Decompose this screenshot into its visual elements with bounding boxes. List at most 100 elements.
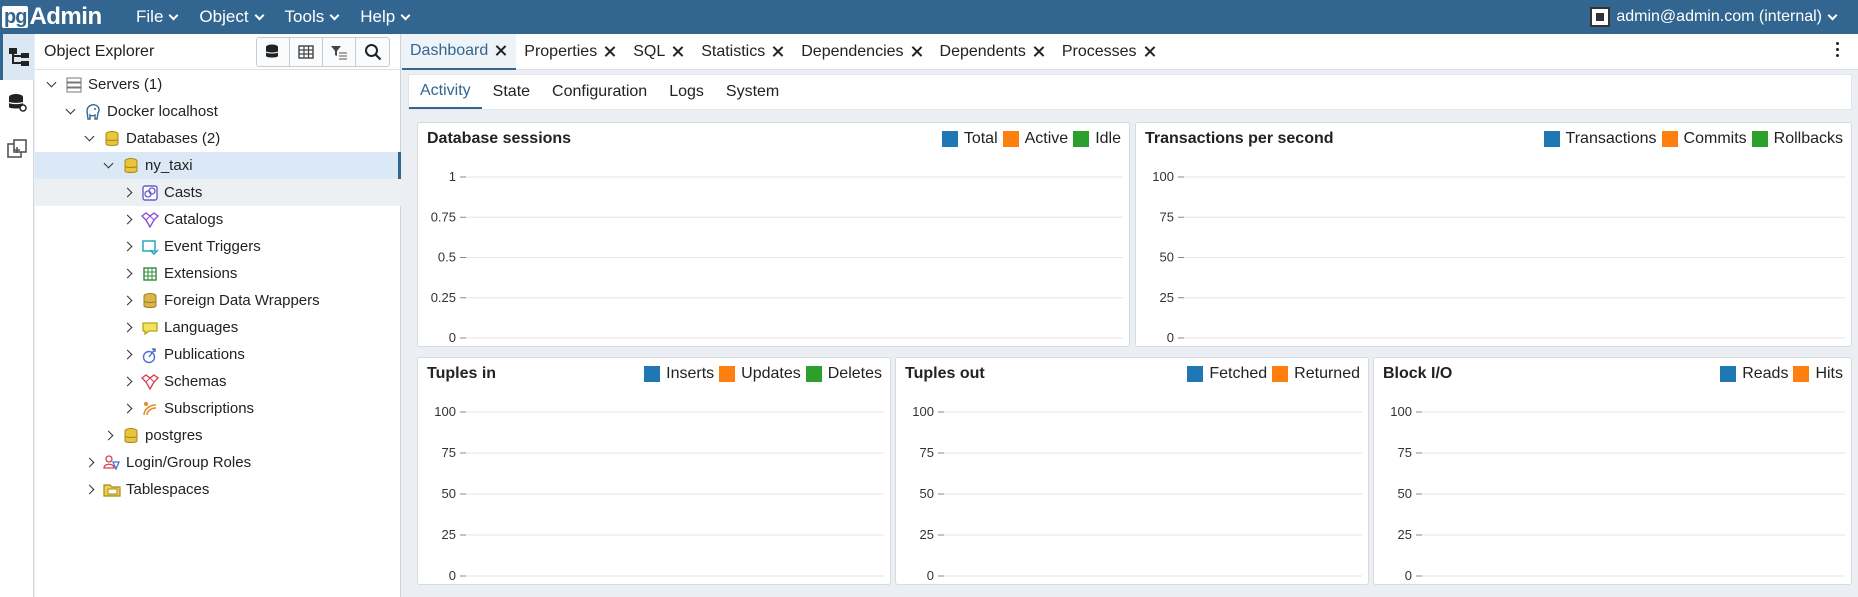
tab-dashboard[interactable]: Dashboard bbox=[402, 33, 517, 70]
legend-label: Reads bbox=[1742, 365, 1789, 382]
user-label: admin@admin.com (internal) bbox=[1616, 8, 1822, 25]
tree-item-event-triggers[interactable]: Event Triggers bbox=[35, 233, 401, 260]
object-explorer-toggle[interactable] bbox=[0, 34, 34, 80]
subtab-configuration[interactable]: Configuration bbox=[541, 75, 658, 109]
chevron-right-icon[interactable] bbox=[83, 484, 95, 495]
close-icon[interactable] bbox=[672, 46, 683, 57]
tree-label: Databases bbox=[126, 130, 198, 147]
more-options-icon[interactable] bbox=[1836, 42, 1840, 60]
user-menu[interactable]: admin@admin.com (internal) bbox=[1590, 0, 1838, 34]
chevron-right-icon[interactable] bbox=[121, 322, 133, 333]
tab-dependencies[interactable]: Dependencies bbox=[793, 34, 931, 70]
query-tool-toggle[interactable] bbox=[0, 80, 34, 126]
search-button[interactable] bbox=[356, 37, 389, 66]
chevron-right-icon[interactable] bbox=[121, 241, 133, 252]
tree-item-databases[interactable]: Databases (2) bbox=[35, 125, 401, 152]
legend-item: Idle bbox=[1073, 130, 1121, 148]
panel-title: Transactions per second bbox=[1145, 130, 1334, 147]
legend-label: Returned bbox=[1294, 365, 1360, 382]
chevron-right-icon[interactable] bbox=[102, 430, 114, 441]
chart-plot-area: 1 0.75 0.5 0.25 0 bbox=[431, 169, 1123, 345]
chevron-right-icon[interactable] bbox=[121, 376, 133, 387]
legend-swatch bbox=[1661, 131, 1678, 147]
filter-rows-button[interactable] bbox=[323, 37, 356, 66]
legend-label: Active bbox=[1024, 130, 1069, 147]
y-tick-label: 100 bbox=[912, 404, 934, 419]
legend-swatch bbox=[805, 366, 822, 382]
search-icon bbox=[364, 43, 381, 60]
legend-swatch bbox=[719, 366, 736, 382]
close-icon[interactable] bbox=[911, 46, 922, 57]
close-icon[interactable] bbox=[495, 45, 506, 56]
tree-item-login-group-roles[interactable]: Login/Group Roles bbox=[35, 449, 401, 476]
tree-item-foreign-data-wrappers[interactable]: Foreign Data Wrappers bbox=[35, 287, 401, 314]
legend-swatch bbox=[1793, 366, 1810, 382]
menu-object[interactable]: Object bbox=[188, 0, 273, 34]
close-icon[interactable] bbox=[772, 46, 783, 57]
tree-item-languages[interactable]: Languages bbox=[35, 314, 401, 341]
chevron-right-icon[interactable] bbox=[121, 187, 133, 198]
chevron-right-icon[interactable] bbox=[83, 457, 95, 468]
chevron-right-icon[interactable] bbox=[121, 295, 133, 306]
database-icon bbox=[265, 44, 279, 57]
legend-label: Fetched bbox=[1209, 365, 1268, 382]
chart-legend: Inserts Updates Deletes bbox=[639, 365, 882, 383]
menu-file-label: File bbox=[136, 7, 164, 26]
view-data-button[interactable] bbox=[290, 37, 323, 66]
tab-properties[interactable]: Properties bbox=[516, 34, 625, 70]
legend-swatch bbox=[1720, 366, 1737, 382]
close-icon[interactable] bbox=[1033, 46, 1044, 57]
tree-item-catalogs[interactable]: Catalogs bbox=[35, 206, 401, 233]
close-icon[interactable] bbox=[1144, 46, 1155, 57]
chevron-down-icon bbox=[329, 10, 340, 20]
menu-help[interactable]: Help bbox=[349, 0, 420, 34]
subtab-logs[interactable]: Logs bbox=[658, 75, 715, 109]
tab-dependents[interactable]: Dependents bbox=[932, 34, 1054, 70]
close-icon[interactable] bbox=[604, 46, 615, 57]
tab-processes[interactable]: Processes bbox=[1054, 34, 1165, 70]
table-icon bbox=[298, 44, 314, 59]
menu-file[interactable]: File bbox=[125, 0, 188, 34]
chevron-right-icon[interactable] bbox=[121, 349, 133, 360]
tree-item-tablespaces[interactable]: Tablespaces bbox=[35, 476, 401, 503]
chevron-down-icon[interactable] bbox=[64, 104, 76, 115]
chart-legend: Transactions Commits Rollbacks bbox=[1539, 130, 1843, 148]
menu-tools[interactable]: Tools bbox=[274, 0, 350, 34]
chevron-right-icon[interactable] bbox=[121, 403, 133, 414]
panel-title: Block I/O bbox=[1383, 365, 1453, 382]
tab-statistics[interactable]: Statistics bbox=[693, 34, 793, 70]
tab-sql[interactable]: SQL bbox=[625, 34, 693, 70]
tree-item-subscriptions[interactable]: Subscriptions bbox=[35, 395, 401, 422]
chart-plot-area: 100 75 50 25 0 bbox=[912, 404, 1362, 583]
subtab-state[interactable]: State bbox=[482, 75, 541, 109]
activity-bar bbox=[0, 34, 34, 597]
tree-label: Publications bbox=[164, 346, 245, 363]
subtab-system[interactable]: System bbox=[715, 75, 790, 109]
y-tick-label: 0.75 bbox=[431, 209, 456, 224]
workspace-toggle[interactable] bbox=[0, 126, 34, 172]
chevron-down-icon[interactable] bbox=[102, 158, 114, 169]
tree-item-publications[interactable]: Publications bbox=[35, 341, 401, 368]
logo-admin: Admin bbox=[29, 3, 102, 30]
legend-item: Inserts bbox=[644, 365, 714, 383]
tree-item-postgres[interactable]: postgres bbox=[35, 422, 401, 449]
tree-item-extensions[interactable]: Extensions bbox=[35, 260, 401, 287]
tab-label: Dependents bbox=[939, 42, 1026, 60]
tree-item-schemas[interactable]: Schemas bbox=[35, 368, 401, 395]
y-tick-label: 50 bbox=[442, 486, 456, 501]
chevron-right-icon[interactable] bbox=[121, 268, 133, 279]
tree-item-casts[interactable]: Casts bbox=[35, 179, 401, 206]
tree-item-servers[interactable]: Servers (1) bbox=[35, 71, 401, 98]
pgadmin-logo: pg Admin bbox=[0, 0, 125, 34]
legend-item: Commits bbox=[1661, 130, 1747, 148]
tree-item-docker-localhost[interactable]: Docker localhost bbox=[35, 98, 401, 125]
chevron-right-icon[interactable] bbox=[121, 214, 133, 225]
chevron-down-icon[interactable] bbox=[83, 131, 95, 142]
tree-item-ny-taxi[interactable]: ny_taxi bbox=[35, 152, 401, 179]
chevron-down-icon[interactable] bbox=[45, 77, 57, 88]
query-tool-button[interactable] bbox=[257, 37, 290, 66]
chart-plot-area: 100 75 50 25 0 bbox=[1390, 404, 1845, 583]
subtab-activity[interactable]: Activity bbox=[409, 75, 482, 109]
logo-pg: pg bbox=[2, 6, 29, 28]
y-tick-label: 25 bbox=[1160, 290, 1174, 305]
